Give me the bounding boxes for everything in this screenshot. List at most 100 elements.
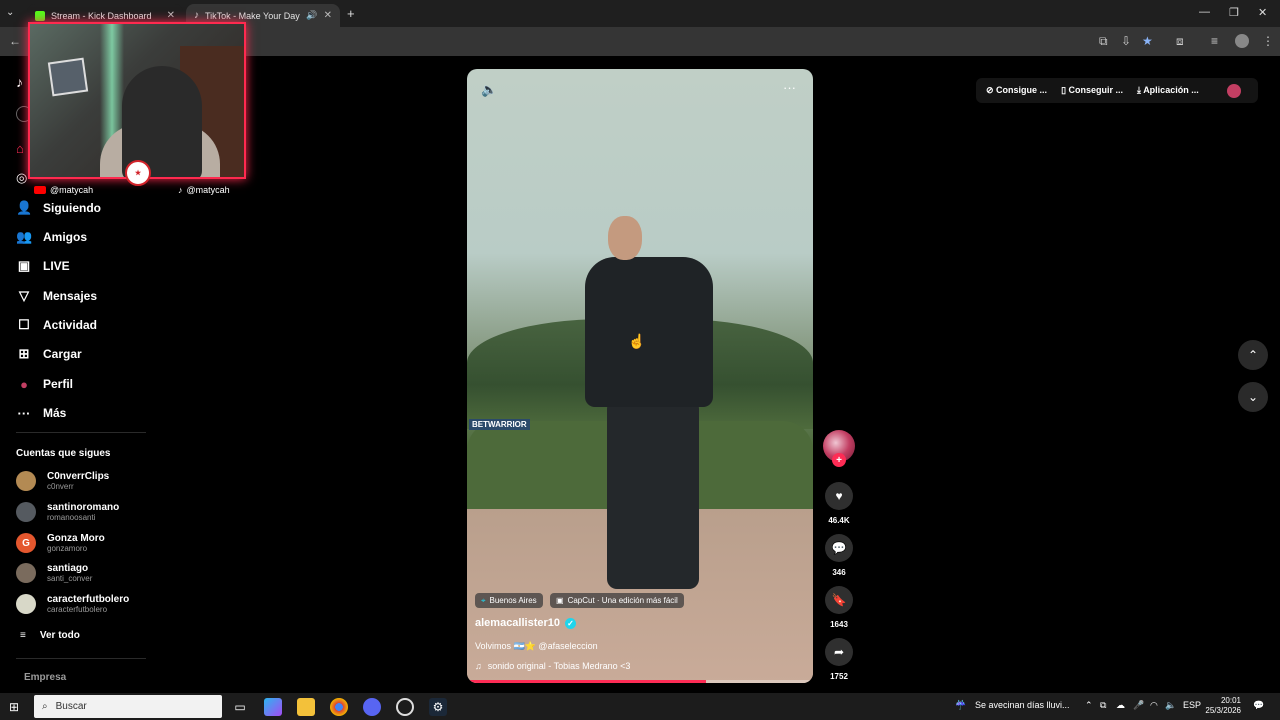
sidebar-item-profile[interactable]: ● Perfil [16, 374, 73, 394]
bookmark-icon: 🔖 [831, 593, 847, 607]
sidebar-item-label: Perfil [43, 377, 74, 391]
tiktok-icon: ♪ [194, 10, 199, 21]
taskbar-search[interactable]: ⌕ Buscar [34, 695, 222, 718]
company-link[interactable]: Empresa [24, 672, 66, 683]
volume-icon[interactable]: 🔈 [1165, 700, 1176, 711]
heart-icon: ♥ [835, 489, 843, 503]
sidebar-item-live[interactable]: ▣ LIVE [16, 256, 70, 276]
minimize-button[interactable]: — [1199, 6, 1210, 18]
following-item[interactable]: santinoromano romanoosanti [16, 502, 119, 522]
tiktok-handle: ♪ @matycah [178, 185, 230, 195]
save-count: 1643 [830, 620, 848, 629]
sidebar-item-label: Amigos [43, 230, 88, 244]
comment-icon: 💬 [831, 541, 847, 555]
following-item[interactable]: santiago santi_conver [16, 563, 92, 583]
discord-icon[interactable] [363, 698, 381, 716]
following-item[interactable]: G Gonza Moro gonzamoro [16, 533, 105, 553]
task-view-icon[interactable]: ▭ [231, 698, 249, 716]
following-item[interactable]: C0nverrClips c0nverr [16, 471, 109, 491]
share-count: 1752 [830, 672, 848, 681]
sidebar-item-activity[interactable]: ☐ Actividad [16, 315, 97, 335]
close-icon[interactable]: ✕ [167, 10, 175, 21]
like-button[interactable]: ♥ [825, 482, 853, 510]
extensions-icon[interactable]: ⧈ [1176, 34, 1184, 49]
notifications-icon[interactable]: 💬 [1253, 700, 1264, 711]
verified-icon: ✓ [565, 617, 577, 629]
following-item[interactable]: caracterfutbolero caracterfutbolero [16, 594, 129, 614]
avatar: G [16, 533, 36, 553]
next-video-button[interactable]: ⌄ [1238, 382, 1268, 412]
friends-icon: 👥 [16, 229, 33, 244]
weather-icon[interactable]: ☔ [955, 700, 966, 711]
get-app-link[interactable]: ▯ Conseguir ... [1061, 85, 1123, 96]
steam-icon[interactable]: ⚙ [429, 698, 447, 716]
clock[interactable]: 20:01 25/3/2026 [1205, 696, 1241, 716]
copilot-icon[interactable] [264, 698, 282, 716]
install-icon[interactable]: ⇩ [1121, 34, 1131, 48]
video-author[interactable]: alemacallister10 ✓ [475, 617, 577, 629]
windows-start-icon[interactable]: ⊞ [9, 700, 19, 714]
previous-video-button[interactable]: ⌃ [1238, 340, 1268, 370]
sidebar-item-friends[interactable]: 👥 Amigos [16, 227, 87, 247]
sidebar-item-following[interactable]: 👤 Siguiendo [16, 198, 101, 218]
comment-button[interactable]: 💬 [825, 534, 853, 562]
save-button[interactable]: 🔖 [825, 586, 853, 614]
new-tab-button[interactable]: + [347, 6, 355, 21]
search-placeholder: Buscar [55, 701, 87, 712]
get-coins-link[interactable]: ⊘ Consigue ... [986, 85, 1047, 96]
see-all-label: Ver todo [39, 630, 80, 641]
see-all-link[interactable]: ≡ Ver todo [20, 630, 80, 641]
sidebar-item-more[interactable]: ··· Más [16, 403, 67, 423]
location-icon: ⌖ [481, 595, 486, 605]
chrome-icon[interactable] [330, 698, 348, 716]
chevron-down-icon: ⌄ [1247, 390, 1259, 404]
divider [16, 658, 146, 659]
top-links: ⊘ Consigue ... ▯ Conseguir ... ⤓ Aplicac… [976, 78, 1258, 103]
wifi-icon[interactable]: ◠ [1150, 700, 1158, 711]
search-icon: ⌕ [42, 701, 48, 712]
obs-icon[interactable] [396, 698, 414, 716]
close-icon[interactable]: ✕ [324, 10, 332, 21]
user-avatar[interactable] [1226, 83, 1241, 98]
speaker-icon[interactable]: 🔊 [306, 10, 317, 21]
kick-icon [35, 10, 45, 21]
sidebar-item-label: Mensajes [43, 289, 98, 303]
more-options-icon[interactable]: ··· [783, 80, 796, 95]
location-chip[interactable]: ⌖ Buenos Aires [475, 593, 543, 608]
restore-button[interactable]: ❐ [1229, 6, 1239, 19]
sidebar-item-label: Siguiendo [43, 201, 101, 215]
language-indicator[interactable]: ESP [1183, 700, 1201, 710]
menu-icon[interactable]: ⋮ [1262, 34, 1274, 48]
like-count: 46.4K [828, 516, 850, 525]
media-icon[interactable]: ≡ [1211, 34, 1218, 48]
video-caption: Volvimos 🇦🇷⭐ @afaseleccion [475, 641, 598, 651]
share-button[interactable]: ➦ [825, 638, 853, 666]
tab-search-button[interactable]: ⌄ [6, 7, 14, 18]
follow-button[interactable]: + [832, 453, 846, 467]
profile-avatar[interactable] [1235, 34, 1249, 48]
youtube-handle: @matycah [34, 185, 93, 195]
home-icon[interactable]: ⌂ [16, 141, 24, 156]
onedrive-icon[interactable]: ☁ [1116, 700, 1125, 711]
bookmark-star-icon[interactable]: ★ [1142, 34, 1153, 48]
volume-icon[interactable]: 🔈 [481, 82, 497, 98]
microphone-icon[interactable]: 🎤 [1133, 700, 1144, 711]
tiktok-logo[interactable]: ♪ [16, 74, 23, 90]
divider [16, 432, 146, 433]
capcut-chip[interactable]: ▣ CapCut · Una edición más fácil [550, 593, 684, 608]
tray-app-icon[interactable]: ⧉ [1100, 700, 1106, 711]
tiktok-icon: ♪ [178, 185, 183, 195]
explore-icon[interactable]: ◎ [16, 170, 27, 186]
file-explorer-icon[interactable] [297, 698, 315, 716]
sidebar-item-messages[interactable]: ▽ Mensajes [16, 286, 97, 306]
link-label: Conseguir ... [1068, 85, 1124, 95]
weather-text[interactable]: Se avecinan días lluvi... [975, 700, 1070, 710]
translate-icon[interactable]: ⧉ [1099, 34, 1108, 49]
desktop-app-link[interactable]: ⤓ Aplicación ... [1137, 85, 1199, 96]
video-sound[interactable]: ♫ sonido original - Tobias Medrano <3 [475, 661, 630, 671]
close-window-button[interactable]: ✕ [1258, 6, 1267, 19]
sidebar-item-upload[interactable]: ⊞ Cargar [16, 344, 82, 364]
show-hidden-icon[interactable]: ⌃ [1085, 700, 1093, 711]
back-icon[interactable]: ← [9, 34, 21, 48]
video-player[interactable]: BETWARRIOR 🔈 ··· ⌖ Buenos Aires ▣ CapCut… [467, 69, 813, 683]
